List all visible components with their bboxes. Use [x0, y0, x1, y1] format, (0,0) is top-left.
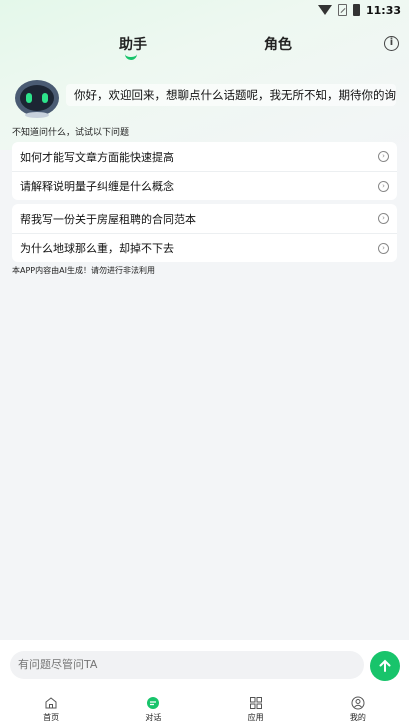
sim-icon [337, 4, 347, 16]
chat-input[interactable] [10, 651, 364, 679]
apps-icon [249, 696, 262, 709]
battery-icon [352, 4, 360, 16]
status-bar: 11:33 [0, 0, 409, 20]
suggestion-card: 帮我写一份关于房屋租聘的合同范本 › 为什么地球那么重，却掉不下去 › [12, 204, 397, 262]
status-time: 11:33 [365, 3, 401, 17]
send-button[interactable] [370, 651, 400, 681]
info-icon[interactable]: i [384, 36, 399, 51]
suggestion-item[interactable]: 帮我写一份关于房屋租聘的合同范本 › [12, 204, 397, 233]
nav-item-chat[interactable]: 对话 [102, 690, 204, 728]
nav-item-home[interactable]: 首页 [0, 690, 102, 728]
suggestion-label: 请解释说明量子纠缠是什么概念 [20, 180, 174, 193]
nav-label: 首页 [43, 712, 60, 722]
nav-item-apps[interactable]: 应用 [205, 690, 307, 728]
nav-label: 应用 [247, 712, 264, 722]
suggestion-item[interactable]: 如何才能写文章方面能快速提高 › [12, 142, 397, 171]
active-tab-indicator [125, 54, 137, 60]
suggestion-label: 为什么地球那么重，却掉不下去 [20, 242, 174, 255]
nav-label: 我的 [349, 712, 366, 722]
chevron-right-icon: › [378, 151, 389, 162]
greeting-message: 你好，欢迎回来，想聊点什么话题呢，我无所不知，期待你的询问！ [66, 84, 396, 106]
nav-item-profile[interactable]: 我的 [307, 690, 409, 728]
suggestion-item[interactable]: 请解释说明量子纠缠是什么概念 › [12, 171, 397, 200]
bottom-nav: 首页 对话 应用 我的 [0, 690, 409, 728]
chat-input-bar [0, 640, 409, 690]
profile-icon [351, 696, 365, 709]
chevron-right-icon: › [378, 180, 389, 192]
suggestion-card: 如何才能写文章方面能快速提高 › 请解释说明量子纠缠是什么概念 › [12, 142, 397, 200]
chevron-right-icon: › [378, 213, 389, 224]
suggestion-item[interactable]: 为什么地球那么重，却掉不下去 › [12, 233, 397, 262]
chat-icon [147, 696, 160, 709]
wifi-icon [317, 5, 332, 15]
suggestion-hint: 不知道问什么，试试以下问题 [12, 128, 130, 138]
suggestion-label: 如何才能写文章方面能快速提高 [20, 150, 174, 164]
home-icon [45, 696, 57, 708]
tab-role[interactable]: 角色 [264, 34, 292, 54]
chevron-right-icon: › [378, 242, 389, 254]
ai-disclaimer: 本APP内容由AI生成！请勿进行非法利用 [12, 266, 155, 275]
robot-avatar [15, 80, 59, 118]
nav-label: 对话 [145, 712, 162, 722]
tab-assistant[interactable]: 助手 [119, 34, 147, 54]
top-tabs: 助手 角色 [0, 34, 409, 64]
arrow-up-icon [379, 659, 391, 672]
suggestion-label: 帮我写一份关于房屋租聘的合同范本 [20, 212, 196, 226]
